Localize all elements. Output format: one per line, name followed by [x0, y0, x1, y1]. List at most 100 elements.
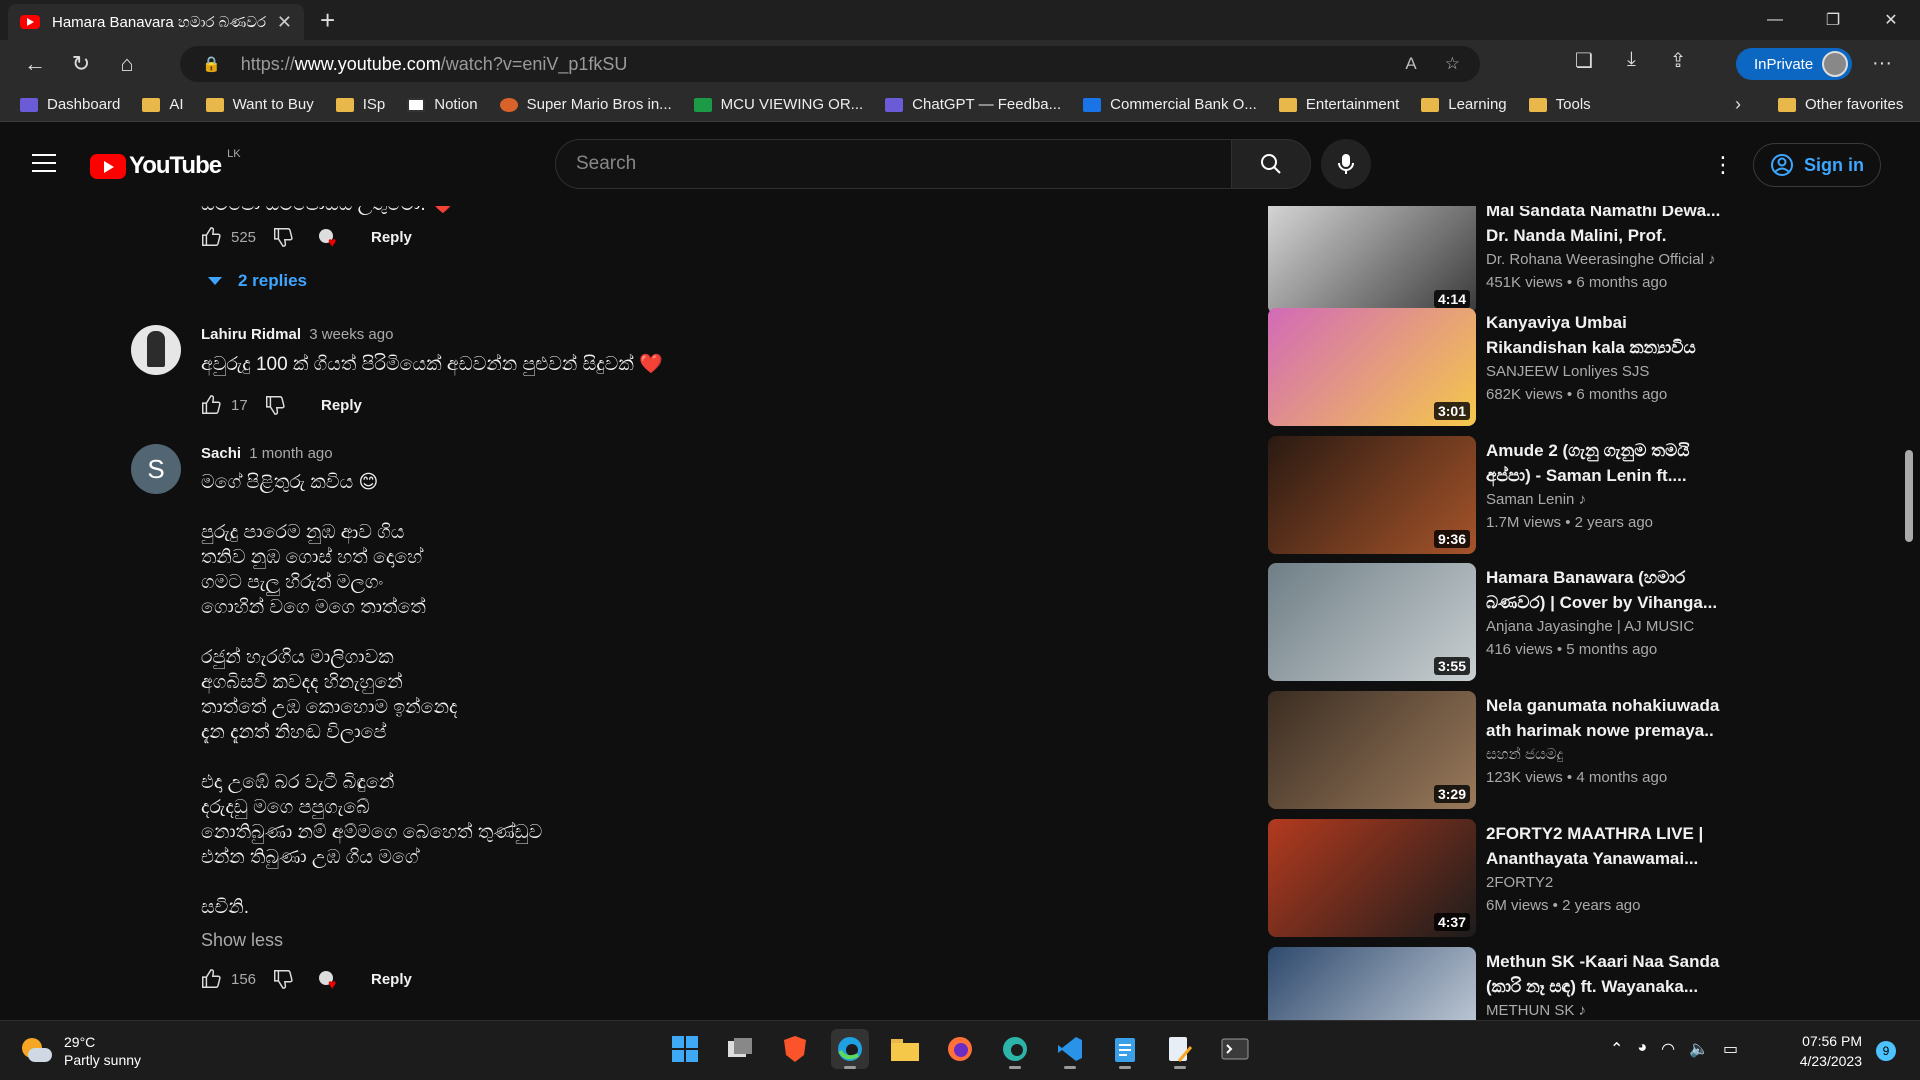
- related-video-item[interactable]: Methun SK -Kaari Naa Sanda (කාරි නෑ සඳ) …: [1268, 947, 1728, 1020]
- vscode-icon[interactable]: [1051, 1029, 1089, 1069]
- dislike-icon[interactable]: [271, 226, 295, 248]
- video-channel[interactable]: Saman Lenin ♪: [1486, 491, 1586, 508]
- video-channel[interactable]: Anjana Jayasinghe | AJ MUSIC: [1486, 618, 1694, 635]
- video-thumbnail[interactable]: 3:55: [1268, 563, 1476, 681]
- bookmark-want-to-buy[interactable]: Want to Buy: [205, 96, 314, 113]
- terminal-icon[interactable]: [1216, 1029, 1254, 1069]
- related-video-item[interactable]: 4:37 2FORTY2 MAATHRA LIVE | Ananthayata Y…: [1268, 819, 1728, 937]
- chevron-right-icon[interactable]: ›: [1735, 94, 1741, 115]
- home-icon[interactable]: ⌂: [104, 51, 150, 77]
- video-title[interactable]: Nela ganumata nohakiuwada ath harimak no…: [1486, 693, 1726, 743]
- comment-author[interactable]: Sachi: [201, 445, 241, 462]
- youtube-logo[interactable]: YouTube LK: [90, 148, 241, 180]
- back-icon[interactable]: ←: [12, 51, 58, 77]
- bookmark-isp[interactable]: ISp: [335, 96, 385, 113]
- notepad-icon[interactable]: [1106, 1029, 1144, 1069]
- video-thumbnail[interactable]: 4:14: [1268, 206, 1476, 314]
- bookmark-chatgpt[interactable]: ChatGPT — Feedba...: [885, 96, 1061, 113]
- video-title[interactable]: Mal Sandata Namathi Dewa... Dr. Nanda Ma…: [1486, 206, 1726, 248]
- start-icon[interactable]: [666, 1029, 704, 1069]
- task-view-icon[interactable]: [721, 1029, 759, 1069]
- search-button[interactable]: [1231, 139, 1311, 189]
- avatar[interactable]: [131, 325, 181, 375]
- video-channel[interactable]: SANJEEW Lonliyes SJS: [1486, 363, 1649, 380]
- comment-time[interactable]: 3 weeks ago: [309, 326, 393, 343]
- edge-browser-icon[interactable]: [831, 1029, 869, 1069]
- avatar[interactable]: S: [131, 444, 181, 494]
- wifi-icon[interactable]: ◠: [1661, 1039, 1675, 1059]
- video-title[interactable]: Kanyaviya Umbai Rikandishan kala කන්‍යාව…: [1486, 310, 1726, 360]
- snipping-tool-icon[interactable]: [1161, 1029, 1199, 1069]
- comment-time[interactable]: 1 month ago: [249, 445, 332, 462]
- bookmark-learning[interactable]: Learning: [1421, 96, 1507, 113]
- volume-icon[interactable]: 🔈: [1689, 1039, 1709, 1059]
- collections-icon[interactable]: ❏: [1575, 48, 1593, 73]
- weather-widget[interactable]: 29°C Partly sunny: [22, 1033, 141, 1069]
- replies-toggle[interactable]: 2 replies: [206, 271, 307, 291]
- scrollbar-thumb[interactable]: [1905, 450, 1913, 542]
- video-thumbnail[interactable]: 3:01: [1268, 308, 1476, 426]
- read-aloud-icon[interactable]: A: [1405, 54, 1416, 74]
- show-less-button[interactable]: Show less: [201, 930, 283, 951]
- video-channel[interactable]: 2FORTY2: [1486, 874, 1553, 891]
- related-video-item[interactable]: 3:29 Nela ganumata nohakiuwada ath harima…: [1268, 691, 1728, 809]
- dislike-icon[interactable]: [263, 394, 287, 416]
- search-input[interactable]: Search: [555, 139, 1232, 189]
- minimize-icon[interactable]: —: [1746, 0, 1804, 40]
- video-channel[interactable]: Dr. Rohana Weerasinghe Official ♪: [1486, 251, 1716, 268]
- bookmark-tools[interactable]: Tools: [1528, 96, 1591, 113]
- voice-search-button[interactable]: [1321, 139, 1371, 189]
- bookmark-ai[interactable]: AI: [142, 96, 184, 113]
- download-icon[interactable]: ⤓: [1627, 48, 1636, 73]
- menu-icon[interactable]: [32, 154, 56, 178]
- battery-icon[interactable]: ▭: [1723, 1039, 1738, 1059]
- video-title[interactable]: Methun SK -Kaari Naa Sanda (කාරි නෑ සඳ) …: [1486, 949, 1726, 999]
- related-video-item[interactable]: 4:14 Mal Sandata Namathi Dewa... Dr. Nand…: [1268, 206, 1728, 314]
- like-icon[interactable]: [199, 968, 223, 990]
- sign-in-button[interactable]: Sign in: [1753, 143, 1881, 187]
- refresh-icon[interactable]: ↻: [58, 51, 104, 77]
- reply-button[interactable]: Reply: [371, 229, 412, 246]
- notification-badge[interactable]: 9: [1876, 1041, 1896, 1061]
- inprivate-button[interactable]: InPrivate: [1736, 48, 1852, 80]
- video-thumbnail[interactable]: 4:37: [1268, 819, 1476, 937]
- video-title[interactable]: Hamara Banawara (හමාර බණවර) | Cover by V…: [1486, 565, 1726, 615]
- bookmark-dashboard[interactable]: Dashboard: [20, 96, 120, 113]
- settings-more-icon[interactable]: ⋮: [1712, 152, 1734, 178]
- url-bar[interactable]: 🔒 https://www.youtube.com/watch?v=eniV_p…: [180, 46, 1480, 82]
- related-video-item[interactable]: 9:36 Amude 2 (ගැනු ගැනුම තමයි අප්පා) - Sa…: [1268, 436, 1728, 554]
- bookmark-other-favorites[interactable]: Other favorites: [1778, 96, 1903, 113]
- video-title[interactable]: Amude 2 (ගැනු ගැනුම තමයි අප්පා) - Saman …: [1486, 438, 1726, 488]
- new-tab-icon[interactable]: +: [320, 5, 335, 36]
- video-thumbnail[interactable]: 9:36: [1268, 436, 1476, 554]
- related-video-item[interactable]: 3:01 Kanyaviya Umbai Rikandishan kala කන්…: [1268, 308, 1728, 426]
- favorite-star-icon[interactable]: ☆: [1445, 54, 1460, 74]
- close-window-icon[interactable]: ✕: [1862, 0, 1920, 40]
- comment-author[interactable]: Lahiru Ridmal: [201, 326, 301, 343]
- like-icon[interactable]: [199, 226, 223, 248]
- dislike-icon[interactable]: [271, 968, 295, 990]
- active-tab[interactable]: Hamara Banavara හමාර බණවර ✕: [8, 4, 304, 40]
- clock[interactable]: 07:56 PM 4/23/2023: [1782, 1031, 1862, 1071]
- video-thumbnail[interactable]: [1268, 947, 1476, 1020]
- restore-icon[interactable]: ❐: [1804, 0, 1862, 40]
- related-video-item[interactable]: 3:55 Hamara Banawara (හමාර බණවර) | Cover …: [1268, 563, 1728, 681]
- video-thumbnail[interactable]: 3:29: [1268, 691, 1476, 809]
- video-channel[interactable]: METHUN SK ♪: [1486, 1002, 1586, 1019]
- reply-button[interactable]: Reply: [371, 971, 412, 988]
- like-icon[interactable]: [199, 394, 223, 416]
- file-explorer-icon[interactable]: [886, 1029, 924, 1069]
- browser-menu-icon[interactable]: ···: [1872, 52, 1892, 75]
- edge-dev-icon[interactable]: [996, 1029, 1034, 1069]
- bookmark-commercial-bank[interactable]: Commercial Bank O...: [1083, 96, 1257, 113]
- chevron-up-icon[interactable]: ⌃: [1610, 1039, 1623, 1059]
- reply-button[interactable]: Reply: [321, 397, 362, 414]
- discord-icon[interactable]: ◕: [1637, 1039, 1647, 1059]
- brave-browser-icon[interactable]: [776, 1029, 814, 1069]
- bookmark-super-mario[interactable]: Super Mario Bros in...: [499, 96, 672, 113]
- firefox-icon[interactable]: [941, 1029, 979, 1069]
- bookmark-notion[interactable]: Notion: [407, 96, 478, 113]
- share-icon[interactable]: ⇪: [1670, 48, 1687, 73]
- close-tab-icon[interactable]: ✕: [277, 12, 292, 33]
- video-channel[interactable]: සහන් ජයමදු: [1486, 746, 1563, 763]
